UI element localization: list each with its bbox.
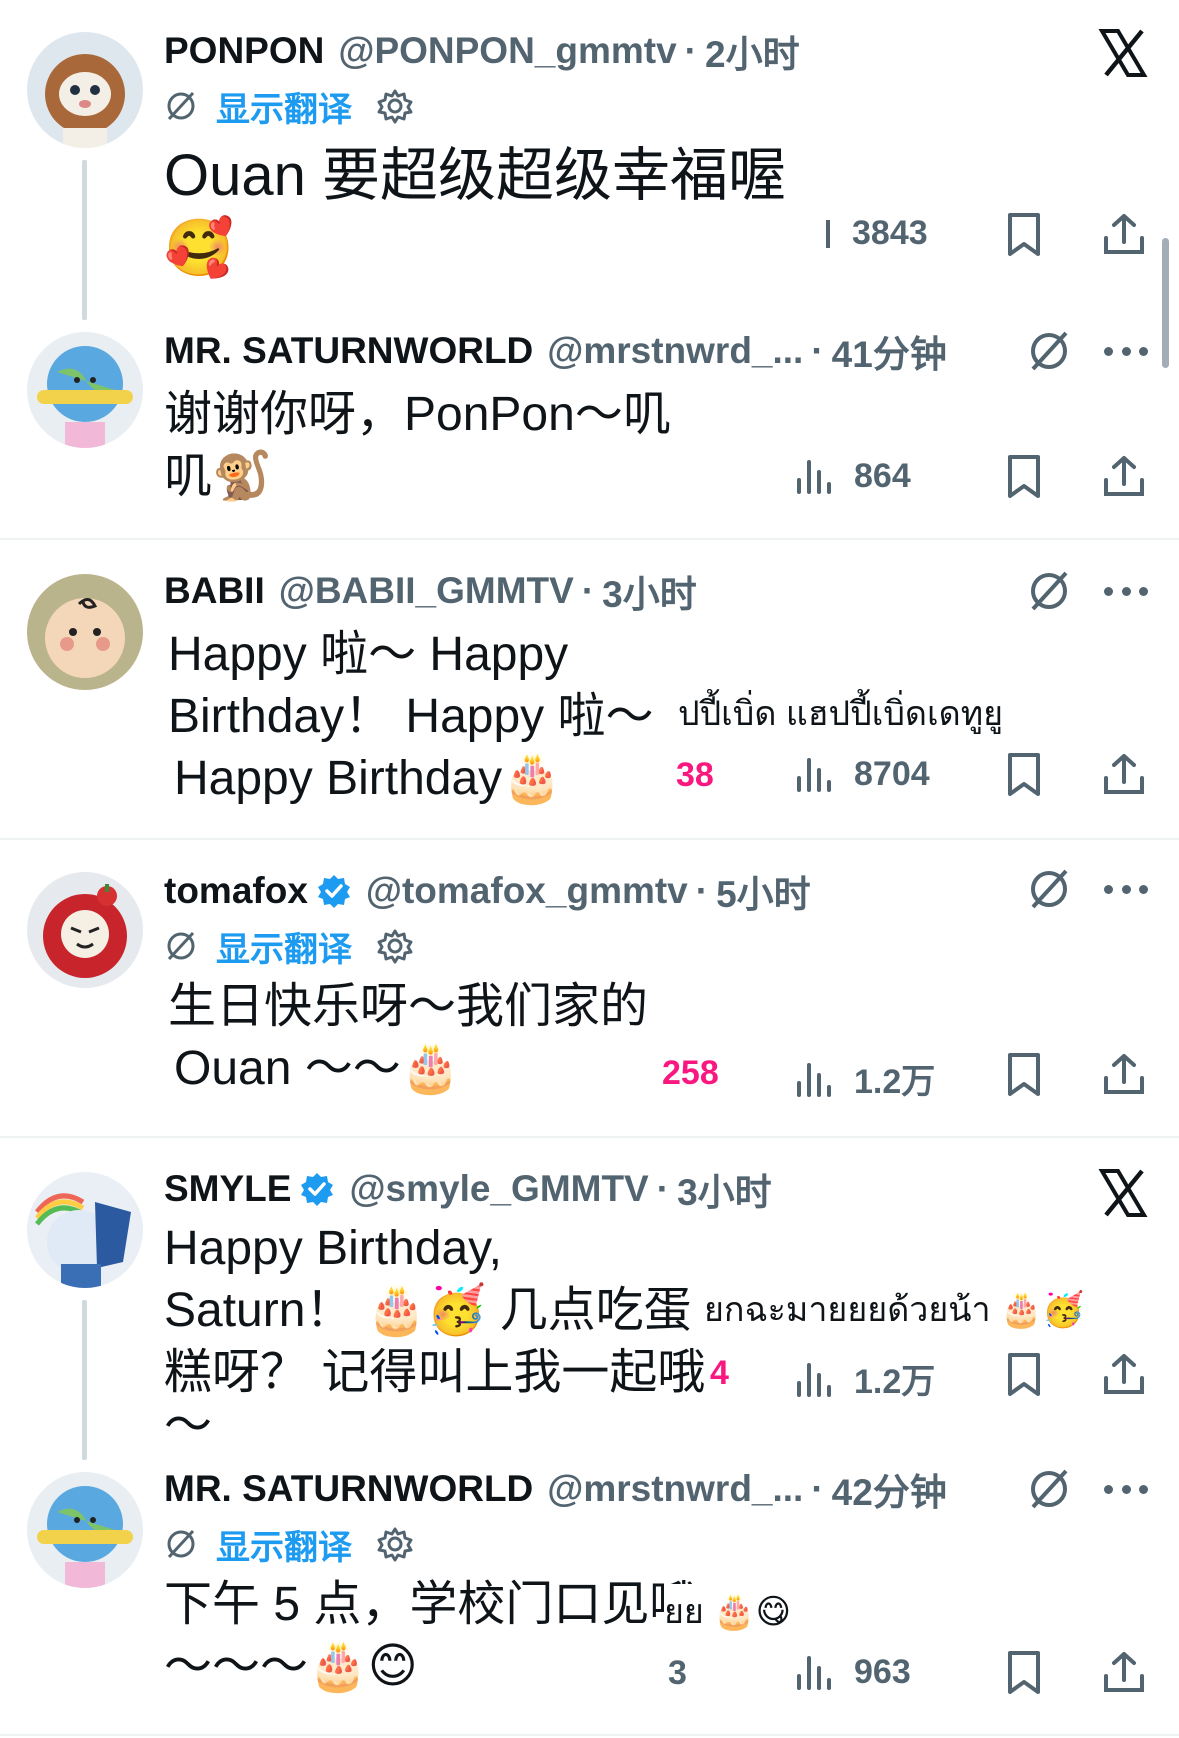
- x-logo-icon: [1098, 1168, 1148, 1218]
- gear-icon[interactable]: [376, 87, 414, 125]
- views-count[interactable]: 1.2万: [794, 1054, 935, 1103]
- likes-count[interactable]: 4: [710, 1354, 729, 1393]
- share-icon[interactable]: [1100, 1648, 1148, 1696]
- timestamp[interactable]: 3小时: [677, 1162, 772, 1216]
- user-handle[interactable]: @smyle_GMMTV: [349, 1168, 648, 1210]
- views-count[interactable]: 3843: [826, 214, 928, 253]
- user-handle[interactable]: @PONPON_gmmtv: [338, 30, 676, 72]
- display-name[interactable]: MR. SATURNWORLD: [164, 330, 533, 372]
- bookmark-icon[interactable]: [1000, 1050, 1048, 1098]
- display-name[interactable]: PONPON: [164, 30, 324, 72]
- divider: [0, 1734, 1179, 1736]
- share-icon[interactable]: [1100, 1350, 1148, 1398]
- tweet-text: 下午 5 点，学校门口见哦 ～～～🎂😊: [164, 1578, 698, 1693]
- bookmark-icon[interactable]: [1000, 1350, 1048, 1398]
- user-handle[interactable]: @BABII_GMMTV: [279, 570, 574, 612]
- timestamp[interactable]: 2小时: [705, 24, 800, 78]
- display-name[interactable]: SMYLE: [164, 1168, 291, 1210]
- user-handle[interactable]: @mrstnwrd_...: [547, 330, 803, 372]
- user-handle[interactable]: @tomafox_gmmtv: [366, 870, 688, 912]
- no-translate-icon: [167, 91, 195, 121]
- thread-line: [82, 1300, 87, 1460]
- tweet-header: SMYLE @smyle_GMMTV · 3小时: [164, 1164, 772, 1214]
- bookmark-icon[interactable]: [1000, 210, 1048, 258]
- bar-chart-icon: [797, 1362, 831, 1397]
- overlapping-thai-text: ปปี้เบิ่ด แฮปปี้เบิ่ดเดทูยู: [678, 695, 1004, 733]
- more-icon[interactable]: [1104, 882, 1148, 896]
- display-name[interactable]: MR. SATURNWORLD: [164, 1468, 533, 1510]
- tweet-text: Happy 啦～ Happy Birthday！ Happy 啦～ Happy …: [168, 628, 654, 805]
- display-name[interactable]: BABII: [164, 570, 265, 612]
- bookmark-icon[interactable]: [1000, 1648, 1048, 1696]
- thread-line: [82, 160, 87, 320]
- more-icon[interactable]: [1104, 584, 1148, 598]
- avatar-tomafox[interactable]: [27, 872, 143, 988]
- tweet-text: 生日快乐呀～我们家的 Ouan ～～🎂: [168, 980, 649, 1095]
- no-translate-icon[interactable]: [1026, 328, 1072, 374]
- scrollbar[interactable]: [1162, 238, 1169, 368]
- overlapping-thai-text: ยย 🎂😋: [664, 1584, 792, 1638]
- bookmark-icon[interactable]: [1000, 452, 1048, 500]
- user-handle[interactable]: @mrstnwrd_...: [547, 1468, 803, 1510]
- avatar-mrsaturnworld[interactable]: [27, 1472, 143, 1588]
- bar-chart-icon: [797, 758, 831, 792]
- divider: [0, 538, 1179, 540]
- timestamp[interactable]: 5小时: [716, 864, 811, 918]
- no-translate-icon: [167, 931, 195, 961]
- gear-icon[interactable]: [376, 1525, 414, 1563]
- timestamp[interactable]: 41分钟: [832, 324, 947, 378]
- views-count[interactable]: 8704: [794, 754, 930, 794]
- no-translate-icon: [167, 1529, 195, 1559]
- avatar-smyle[interactable]: [27, 1172, 143, 1288]
- share-icon[interactable]: [1100, 210, 1148, 258]
- bar-chart-icon: [797, 460, 831, 494]
- likes-count[interactable]: 258: [662, 1054, 719, 1093]
- views-count[interactable]: 1.2万: [794, 1354, 935, 1403]
- tweet-header: MR. SATURNWORLD @mrstnwrd_... · 42分钟: [164, 1464, 947, 1514]
- views-count[interactable]: 864: [794, 456, 911, 496]
- share-icon[interactable]: [1100, 452, 1148, 500]
- views-count[interactable]: 963: [794, 1652, 911, 1692]
- timestamp[interactable]: 3小时: [602, 564, 697, 618]
- avatar-babii[interactable]: [27, 574, 143, 690]
- tweet-header: MR. SATURNWORLD @mrstnwrd_... · 41分钟: [164, 326, 947, 376]
- tweet-header: BABII @BABII_GMMTV · 3小时: [164, 566, 697, 616]
- tweet-text: 谢谢你呀，PonPon～叽 叽🐒: [164, 388, 671, 503]
- tweet-header: tomafox @tomafox_gmmtv · 5小时: [164, 866, 811, 916]
- bar-chart-icon: [797, 1062, 831, 1097]
- no-translate-icon[interactable]: [1026, 1466, 1072, 1512]
- no-translate-icon[interactable]: [1026, 568, 1072, 614]
- display-name[interactable]: tomafox: [164, 870, 308, 912]
- likes-count[interactable]: 3: [668, 1654, 687, 1693]
- tweet-text: Ouan 要超级超级幸福喔 🥰: [164, 143, 786, 279]
- more-icon[interactable]: [1104, 344, 1148, 358]
- divider: [0, 838, 1179, 840]
- tweet-header: PONPON @PONPON_gmmtv · 2小时: [164, 26, 800, 76]
- no-translate-icon[interactable]: [1026, 866, 1072, 912]
- bookmark-icon[interactable]: [1000, 750, 1048, 798]
- show-translation-link[interactable]: 显示翻译: [216, 1520, 352, 1569]
- avatar-ponpon[interactable]: [27, 32, 143, 148]
- share-icon[interactable]: [1100, 1050, 1148, 1098]
- translate-row: 显示翻译: [164, 922, 414, 971]
- bar-chart-icon: [797, 1656, 831, 1690]
- translate-row: 显示翻译: [164, 82, 414, 131]
- verified-badge-icon: [301, 1173, 334, 1206]
- divider: [0, 1136, 1179, 1138]
- tweet-text: Happy Birthday, Saturn！ 🎂🥳 几点吃蛋 糕呀？ 记得叫上…: [164, 1222, 706, 1452]
- likes-count[interactable]: 38: [676, 756, 714, 795]
- x-logo-icon: [1098, 28, 1148, 78]
- share-icon[interactable]: [1100, 750, 1148, 798]
- timestamp[interactable]: 42分钟: [832, 1462, 947, 1516]
- gear-icon[interactable]: [376, 927, 414, 965]
- more-icon[interactable]: [1104, 1482, 1148, 1496]
- avatar-mrsaturnworld[interactable]: [27, 332, 143, 448]
- translate-row: 显示翻译: [164, 1520, 414, 1569]
- verified-badge-icon: [317, 875, 350, 908]
- show-translation-link[interactable]: 显示翻译: [216, 922, 352, 971]
- overlapping-thai-text: ยกฉะมายยยด้วยน้า 🎂🥳: [700, 1282, 1085, 1336]
- show-translation-link[interactable]: 显示翻译: [216, 82, 352, 131]
